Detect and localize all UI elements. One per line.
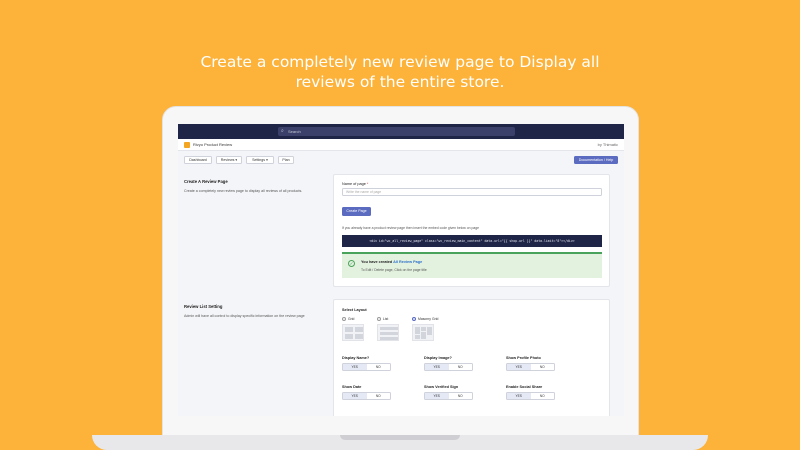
option-label: Show Profile Photo	[506, 356, 541, 360]
option-label: Enable Social Share	[506, 385, 543, 389]
nav-dashboard[interactable]: Dashboard	[184, 156, 212, 164]
create-page-card: Name of page * Write the name of page Cr…	[333, 174, 610, 287]
toggle-no[interactable]: NO	[449, 393, 473, 399]
app-header: Rivyo Product Review by Thimatic	[178, 139, 624, 151]
show-verified-sign-toggle[interactable]: YES NO	[424, 392, 473, 400]
create-page-button[interactable]: Create Page	[342, 207, 371, 216]
admin-topbar: ⌕ Search	[178, 124, 624, 139]
show-profile-photo-toggle[interactable]: YES NO	[506, 363, 555, 371]
hero-headline: Create a completely new review page to D…	[0, 52, 800, 92]
toggle-no[interactable]: NO	[531, 393, 555, 399]
list-section-info: Review List Setting Admin will have all …	[184, 304, 324, 318]
page-name-input[interactable]: Write the name of page	[342, 188, 602, 196]
layout-grid-label: Grid	[348, 317, 355, 321]
list-section-heading: Review List Setting	[184, 304, 223, 309]
laptop-screen: ⌕ Search Rivyo Product Review by Thimati…	[178, 124, 624, 416]
show-date-toggle[interactable]: YES NO	[342, 392, 391, 400]
success-prefix: You have created	[361, 260, 394, 264]
nav-settings[interactable]: Settings ▾	[246, 156, 274, 164]
list-section-description: Admin will have all control to display s…	[184, 314, 305, 318]
success-title: You have created All Review Page	[361, 260, 422, 264]
option-label: Show Verified Sign	[424, 385, 459, 389]
hero-headline-line2: reviews of the entire store.	[295, 73, 505, 91]
app-by-line: by Thimatic	[597, 142, 618, 147]
layout-masonry-label: Masonry Grid	[418, 317, 439, 321]
toggle-yes[interactable]: YES	[425, 364, 449, 370]
check-circle-icon: ✓	[348, 260, 355, 267]
toggle-yes[interactable]: YES	[343, 393, 367, 399]
option-label: Display Name?	[342, 356, 370, 360]
documentation-button[interactable]: Documentation / Help	[574, 156, 618, 164]
layout-list-label: List	[383, 317, 389, 321]
enable-social-share-toggle[interactable]: YES NO	[506, 392, 555, 400]
toggle-no[interactable]: NO	[367, 393, 391, 399]
app-title: Rivyo Product Review	[193, 142, 233, 147]
review-list-card: Select Layout Grid List Masonry Grid Dis…	[333, 299, 610, 416]
select-layout-label: Select Layout	[342, 308, 367, 312]
laptop-notch	[340, 435, 460, 440]
option-label: Display Image?	[424, 356, 452, 360]
layout-radio-grid[interactable]: Grid	[342, 317, 355, 322]
search-icon: ⌕	[281, 128, 284, 134]
radio-dot-selected	[412, 317, 416, 322]
page-name-label: Name of page *	[342, 182, 368, 186]
required-mark: *	[366, 182, 369, 186]
all-review-page-link[interactable]: All Review Page	[393, 260, 422, 264]
toggle-no[interactable]: NO	[367, 364, 391, 370]
toggle-no[interactable]: NO	[531, 364, 555, 370]
search-input[interactable]: ⌕ Search	[278, 127, 515, 136]
radio-dot	[342, 317, 346, 322]
create-section-description: Create a completely new review page to d…	[184, 189, 303, 193]
toggle-no[interactable]: NO	[449, 364, 473, 370]
nav-reviews[interactable]: Reviews ▾	[216, 156, 242, 164]
toggle-yes[interactable]: YES	[343, 364, 367, 370]
option-label: Show Date	[342, 385, 362, 389]
toggle-yes[interactable]: YES	[507, 364, 531, 370]
create-section-info: Create A Review Page Create a completely…	[184, 179, 324, 193]
app-nav: Dashboard Reviews ▾ Settings ▾ Plan Docu…	[178, 151, 624, 168]
display-image-toggle[interactable]: YES NO	[424, 363, 473, 371]
layout-grid-thumbnail[interactable]	[342, 324, 364, 341]
success-alert: ✓ You have created All Review Page To Ed…	[342, 252, 602, 278]
embed-help-text: If you already have a product review pag…	[342, 226, 480, 230]
nav-plan[interactable]: Plan	[278, 156, 294, 164]
layout-masonry-thumbnail[interactable]	[412, 324, 434, 341]
display-name-toggle[interactable]: YES NO	[342, 363, 391, 371]
embed-code-block[interactable]: <div id="wc_all_review_page" class="wc_r…	[342, 235, 602, 247]
layout-radio-masonry[interactable]: Masonry Grid	[412, 317, 439, 322]
toggle-yes[interactable]: YES	[507, 393, 531, 399]
create-section-heading: Create A Review Page	[184, 179, 228, 184]
layout-list-thumbnail[interactable]	[377, 324, 399, 341]
page-name-label-text: Name of page	[342, 182, 366, 186]
radio-dot	[377, 317, 381, 322]
toggle-yes[interactable]: YES	[425, 393, 449, 399]
layout-radio-list[interactable]: List	[377, 317, 389, 322]
hero-headline-line1: Create a completely new review page to D…	[200, 53, 600, 71]
app-logo-icon	[184, 142, 190, 148]
success-subtext: To Edit / Delete page, Click on the page…	[361, 268, 427, 272]
search-placeholder: Search	[288, 129, 301, 134]
